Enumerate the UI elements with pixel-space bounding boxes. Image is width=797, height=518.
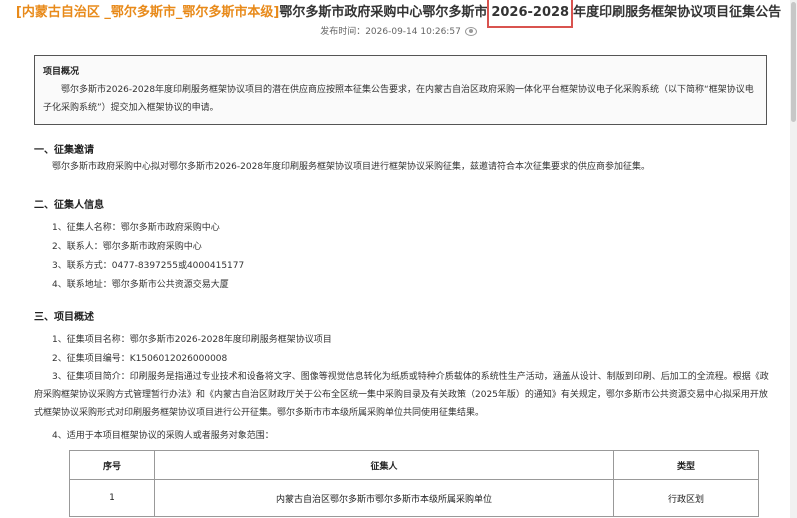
collector-contact: 2、联系人：鄂尔多斯市政府采购中心 [52,242,202,252]
publish-time: 发布时间：2026-09-14 10:26:57 [0,24,797,37]
overview-heading: 项目概况 [43,67,80,77]
vertical-scrollbar[interactable] [790,0,797,518]
collector-table: 序号 征集人 类型 1 内蒙古自治区鄂尔多斯市鄂尔多斯市本级所属采购单位 行政区… [69,450,759,517]
table-header-row: 序号 征集人 类型 [69,450,759,480]
table-row: 1 内蒙古自治区鄂尔多斯市鄂尔多斯市本级所属采购单位 行政区划 [69,479,759,517]
title-suffix: 年度印刷服务框架协议项目征集公告 [573,5,782,20]
scrollbar-thumb[interactable] [791,2,796,122]
cell-type: 行政区划 [613,479,759,517]
col-collector-header: 征集人 [154,450,614,480]
collector-address: 4、联系地址：鄂尔多斯市公共资源交易大厦 [52,280,229,290]
section-collector-title: 二、征集人信息 [34,200,104,211]
section-invitation-text: 鄂尔多斯市政府采购中心拟对鄂尔多斯市2026-2028年度印刷服务框架协议项目进… [52,162,651,172]
applicable-scope: 4、适用于本项目框架协议的采购人或者服务对象范围： [52,431,274,441]
col-type-header: 类型 [613,450,759,480]
notice-title: [内蒙古自治区 _鄂尔多斯市_鄂尔多斯市本级]鄂尔多斯市政府采购中心鄂尔多斯市 2… [0,0,797,28]
region-link[interactable]: [内蒙古自治区 _鄂尔多斯市_鄂尔多斯市本级] [16,5,279,20]
project-overview-box: 项目概况 鄂尔多斯市2026-2028年度印刷服务框架协议项目的潜在供应商应按照… [34,55,767,125]
project-number: 2、征集项目编号：K1506012026000008 [52,354,228,364]
cell-index: 1 [69,479,155,517]
collector-phone: 3、联系方式：0477-8397255或4000415177 [52,261,245,271]
overview-text: 鄂尔多斯市2026-2028年度印刷服务框架协议项目的潜在供应商应按照本征集公告… [43,85,754,113]
section-invitation-title: 一、征集邀请 [34,145,94,156]
cell-collector: 内蒙古自治区鄂尔多斯市鄂尔多斯市本级所属采购单位 [154,479,614,517]
col-index-header: 序号 [69,450,155,480]
view-count-icon [464,27,477,36]
section-overview-title: 三、项目概述 [34,312,94,323]
title-prefix: 鄂尔多斯市政府采购中心鄂尔多斯市 [279,5,488,20]
project-name: 1、征集项目名称：鄂尔多斯市2026-2028年度印刷服务框架协议项目 [52,335,332,345]
collector-name: 1、征集人名称：鄂尔多斯市政府采购中心 [52,223,220,233]
project-intro: 3、征集项目简介：印刷服务是指通过专业技术和设备将文字、图像等视觉信息转化为纸质… [34,372,769,418]
publish-time-text: 发布时间：2026-09-14 10:26:57 [320,27,461,37]
